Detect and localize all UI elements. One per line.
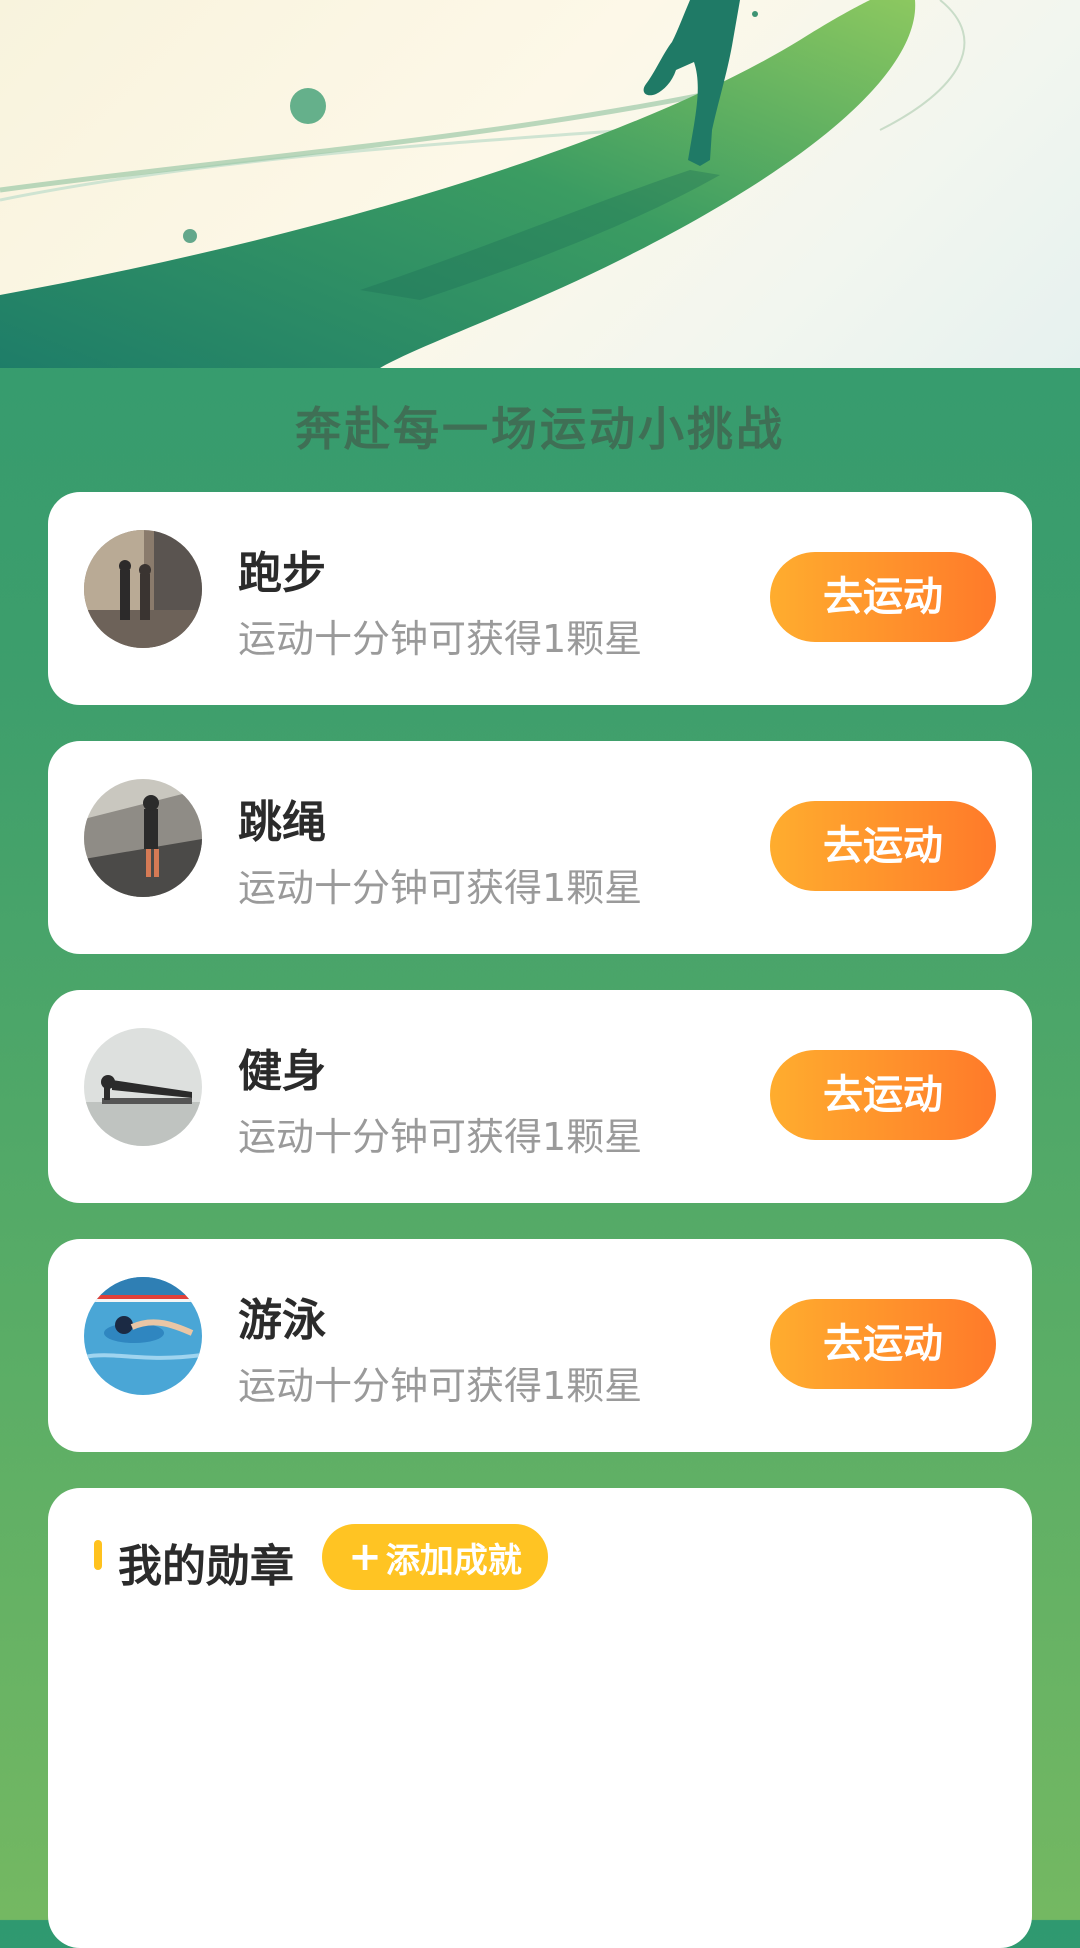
fitness-thumbnail <box>84 1028 202 1146</box>
medals-title: 我的勋章 <box>118 1541 294 1592</box>
title-accent-bar <box>94 1540 102 1570</box>
section-title: 奔赴每一场运动小挑战 <box>295 402 785 456</box>
go-exercise-button[interactable]: 去运动 <box>770 1050 996 1140</box>
activity-card-jump-rope: 跳绳 运动十分钟可获得1颗星 去运动 <box>48 741 1032 954</box>
activity-subtitle: 运动十分钟可获得1颗星 <box>238 1115 643 1159</box>
activity-card-running: 跑步 运动十分钟可获得1颗星 去运动 <box>48 492 1032 705</box>
runner-illustration <box>0 0 966 368</box>
activity-title: 跑步 <box>238 548 326 599</box>
my-medals-card: 我的勋章 + 添加成就 <box>48 1488 1032 1948</box>
running-thumbnail <box>84 530 202 648</box>
add-achievement-label: 添加成就 <box>385 1540 522 1581</box>
activity-card-swimming: 游泳 运动十分钟可获得1颗星 去运动 <box>48 1239 1032 1452</box>
activity-card-fitness: 健身 运动十分钟可获得1颗星 去运动 <box>48 990 1032 1203</box>
swimming-thumbnail <box>84 1277 202 1395</box>
hero-banner <box>0 0 1080 368</box>
activity-title: 健身 <box>238 1046 326 1097</box>
go-exercise-button[interactable]: 去运动 <box>770 801 996 891</box>
activity-title: 跳绳 <box>238 797 326 848</box>
add-achievement-button[interactable]: + 添加成就 <box>322 1524 548 1590</box>
jump-rope-thumbnail <box>84 779 202 897</box>
plus-icon: + <box>348 1534 382 1580</box>
activity-subtitle: 运动十分钟可获得1颗星 <box>238 866 643 910</box>
go-exercise-button[interactable]: 去运动 <box>770 1299 996 1389</box>
activity-subtitle: 运动十分钟可获得1颗星 <box>238 1364 643 1408</box>
go-exercise-button[interactable]: 去运动 <box>770 552 996 642</box>
activity-title: 游泳 <box>238 1295 326 1346</box>
activity-subtitle: 运动十分钟可获得1颗星 <box>238 617 643 661</box>
